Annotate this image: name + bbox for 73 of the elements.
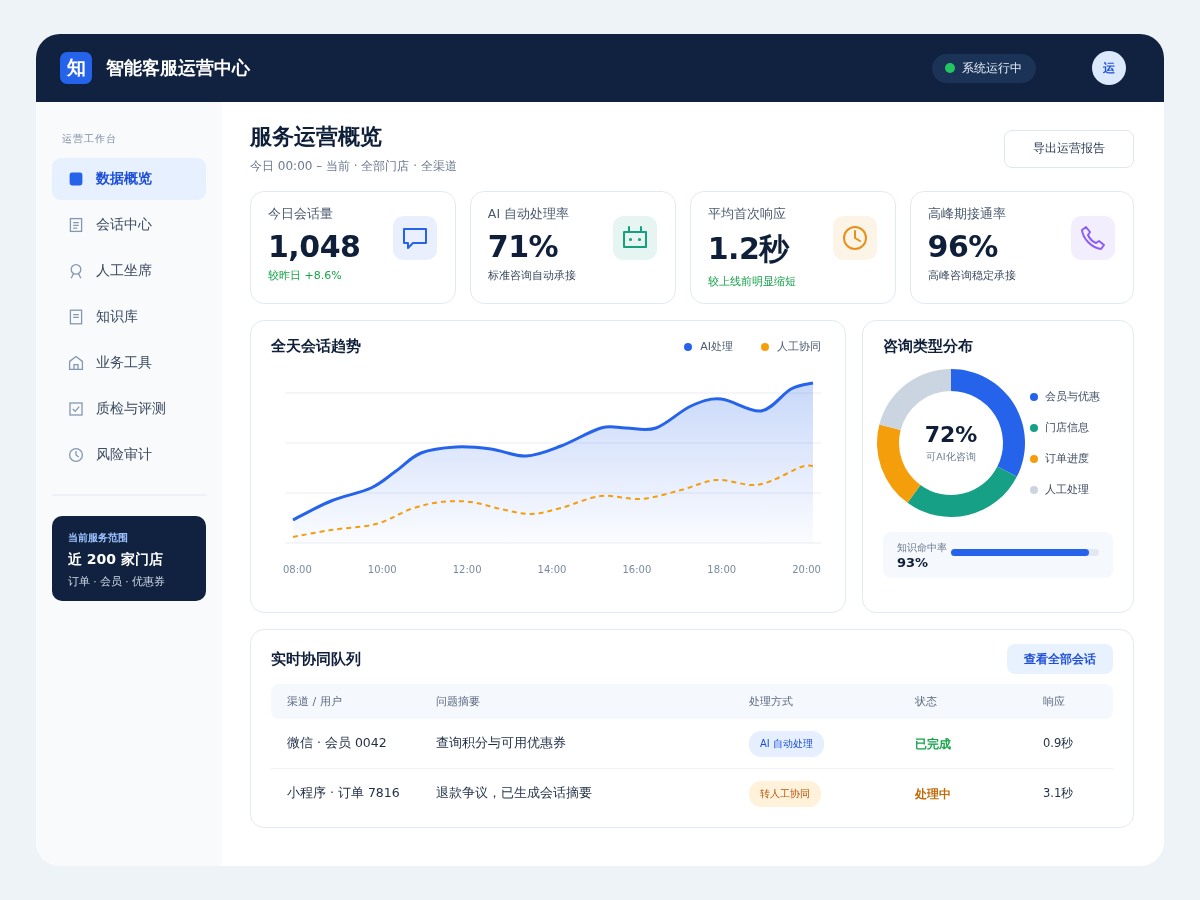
section-label: 运营工作台 bbox=[61, 132, 118, 146]
user-avatar[interactable]: 运 bbox=[1092, 51, 1126, 85]
app-title: 智能客服运营中心 bbox=[106, 56, 251, 80]
view-all-button[interactable]: 查看全部会话 bbox=[1007, 644, 1113, 674]
column-header: 处理方式 bbox=[749, 694, 794, 709]
legend-label: 门店信息 bbox=[1045, 420, 1089, 435]
stat-value: 96% bbox=[927, 229, 999, 264]
legend-label: 人工协同 bbox=[777, 339, 821, 354]
donut-caption: 可AI化咨询 bbox=[926, 451, 976, 464]
legend-label: AI处理 bbox=[700, 339, 733, 354]
axis-label: 10:00 bbox=[367, 564, 397, 575]
sidebar-item[interactable]: 人工坐席 bbox=[52, 250, 206, 292]
page-subtitle: 今日 00:00 – 当前 · 全部门店 · 全渠道 bbox=[250, 158, 457, 175]
stat-note: 较昨日 +8.6% bbox=[268, 268, 343, 283]
table-cell-text: 微信 · 会员 0042 bbox=[287, 735, 388, 752]
status-text: 已完成 bbox=[915, 736, 951, 751]
axis-label: 18:00 bbox=[707, 564, 737, 575]
hit-rate-value: 93% bbox=[897, 554, 930, 570]
clock-icon bbox=[68, 447, 84, 463]
donut-value: 72% bbox=[924, 422, 978, 447]
scope-caption: 当前服务范围 bbox=[68, 531, 129, 545]
page-title: 服务运营概览 bbox=[250, 123, 383, 151]
table-cell-text: 小程序 · 订单 7816 bbox=[287, 785, 401, 802]
sidebar-item[interactable]: 知识库 bbox=[52, 296, 206, 338]
export-button[interactable]: 导出运营报告 bbox=[1004, 129, 1134, 168]
hit-rate-label: 知识命中率 bbox=[897, 540, 947, 555]
mode-tag: AI 自动处理 bbox=[749, 730, 824, 757]
column-header: 状态 bbox=[915, 694, 938, 709]
stat-value: 1,048 bbox=[268, 229, 361, 264]
stat-label: 平均首次响应 bbox=[707, 206, 787, 223]
axis-label: 16:00 bbox=[622, 564, 652, 575]
scope-detail: 订单 · 会员 · 优惠券 bbox=[68, 575, 167, 589]
checkbox-icon bbox=[68, 401, 84, 417]
stat-label: 高峰期接通率 bbox=[927, 206, 1007, 223]
stat-label: AI 自动处理率 bbox=[487, 206, 571, 223]
legend-label: 会员与优惠 bbox=[1045, 389, 1100, 404]
column-header: 渠道 / 用户 bbox=[287, 694, 343, 709]
square-icon bbox=[68, 171, 84, 187]
table-cell-text: 查询积分与可用优惠券 bbox=[436, 735, 567, 752]
stat-note: 标准咨询自动承接 bbox=[487, 268, 576, 283]
house-icon bbox=[68, 355, 84, 371]
card-title: 全天会话趋势 bbox=[271, 337, 361, 356]
card-title: 咨询类型分布 bbox=[883, 337, 974, 356]
mode-tag: 转人工协同 bbox=[749, 780, 821, 807]
stat-note: 较上线前明显缩短 bbox=[707, 274, 796, 289]
document-icon bbox=[68, 217, 84, 233]
sidebar-item[interactable]: 数据概览 bbox=[52, 158, 206, 200]
sidebar-item[interactable]: 业务工具 bbox=[52, 342, 206, 384]
axis-label: 12:00 bbox=[452, 564, 482, 575]
table-cell-text: 退款争议，已生成会话摘要 bbox=[436, 785, 593, 802]
scope-title: 近 200 家门店 bbox=[68, 551, 164, 569]
stat-value: 1.2秒 bbox=[707, 230, 791, 268]
status-text: 处理中 bbox=[915, 786, 951, 801]
stat-value: 71% bbox=[487, 229, 560, 264]
person-icon bbox=[68, 263, 84, 279]
sidebar-item[interactable]: 质检与评测 bbox=[52, 388, 206, 430]
table-cell-text: 3.1秒 bbox=[1043, 786, 1075, 801]
sidebar-item[interactable]: 风险审计 bbox=[52, 434, 206, 476]
axis-label: 08:00 bbox=[283, 564, 312, 575]
axis-label: 14:00 bbox=[537, 564, 567, 575]
legend-label: 人工处理 bbox=[1045, 482, 1089, 497]
stat-note: 高峰咨询稳定承接 bbox=[927, 268, 1016, 283]
card-title: 实时协同队列 bbox=[271, 649, 361, 669]
column-header: 响应 bbox=[1043, 694, 1066, 709]
legend-label: 订单进度 bbox=[1045, 451, 1089, 466]
table-cell-text: 0.9秒 bbox=[1043, 736, 1075, 751]
logo: 知 bbox=[60, 52, 92, 84]
page-icon bbox=[68, 309, 84, 325]
axis-label: 20:00 bbox=[792, 564, 821, 575]
stat-label: 今日会话量 bbox=[268, 206, 334, 223]
sidebar-item[interactable]: 会话中心 bbox=[52, 204, 206, 246]
status-label: 系统运行中 bbox=[962, 59, 1022, 77]
column-header: 问题摘要 bbox=[436, 694, 481, 709]
